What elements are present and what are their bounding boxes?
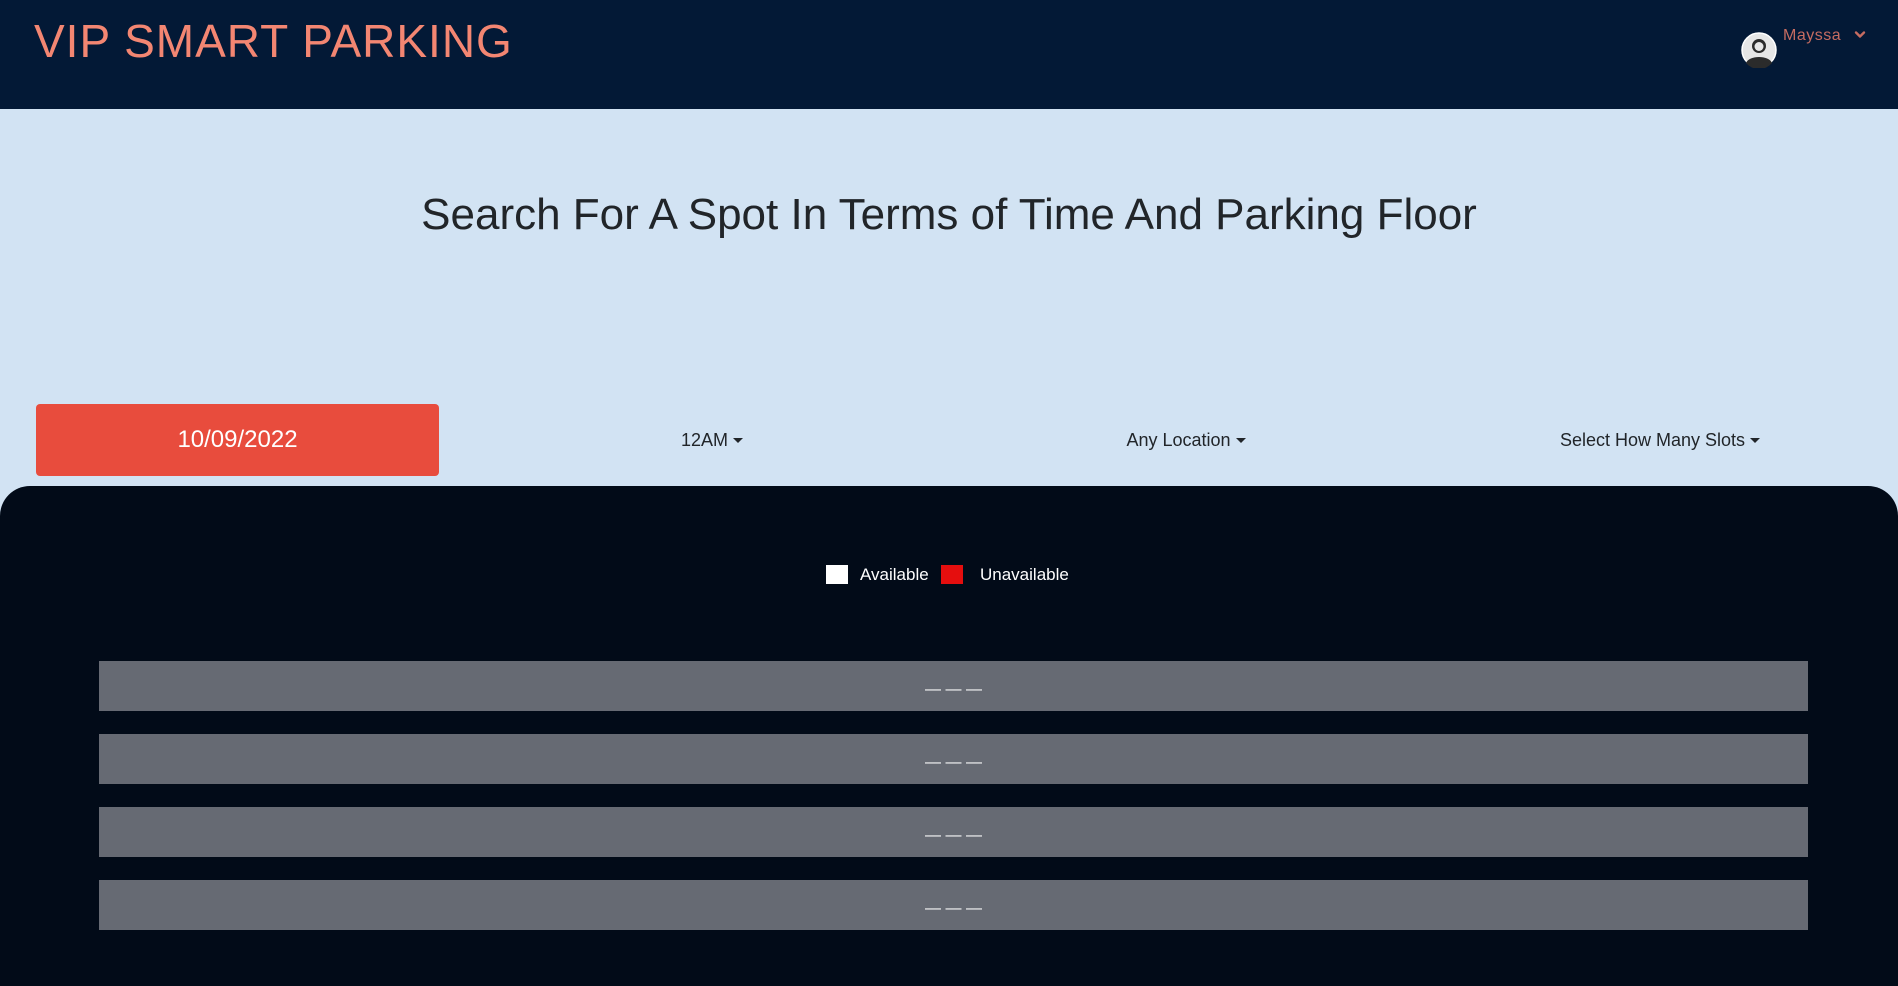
user-avatar-icon: [1741, 32, 1777, 68]
user-name[interactable]: Mayssa: [1783, 27, 1841, 45]
unavailable-swatch: [941, 565, 963, 584]
top-navbar: VIP SMART PARKING Mayssa: [0, 0, 1898, 109]
time-dropdown[interactable]: 12AM: [502, 426, 922, 454]
available-swatch: [826, 565, 848, 584]
parking-row[interactable]: — — —: [99, 807, 1808, 857]
brand-logo[interactable]: VIP SMART PARKING: [34, 14, 513, 68]
chevron-down-icon[interactable]: [1853, 28, 1867, 42]
unavailable-label: Unavailable: [980, 565, 1069, 584]
available-label: Available: [860, 565, 929, 584]
slots-dropdown-label: Select How Many Slots: [1559, 430, 1746, 450]
time-dropdown-label: 12AM: [680, 430, 729, 450]
caret-down-icon: [1750, 438, 1761, 443]
parking-row[interactable]: — — —: [99, 734, 1808, 784]
page-title: Search For A Spot In Terms of Time And P…: [421, 190, 1477, 239]
slots-dropdown[interactable]: Select How Many Slots: [1450, 426, 1870, 454]
location-dropdown[interactable]: Any Location: [976, 426, 1396, 454]
parking-lot-panel: Available Unavailable — — — — — — — — — …: [0, 486, 1898, 986]
parking-row[interactable]: — — —: [99, 661, 1808, 711]
date-picker-button[interactable]: 10/09/2022: [36, 404, 439, 476]
caret-down-icon: [1235, 438, 1246, 443]
location-dropdown-label: Any Location: [1126, 430, 1231, 450]
parking-row[interactable]: — — —: [99, 880, 1808, 930]
caret-down-icon: [733, 438, 744, 443]
